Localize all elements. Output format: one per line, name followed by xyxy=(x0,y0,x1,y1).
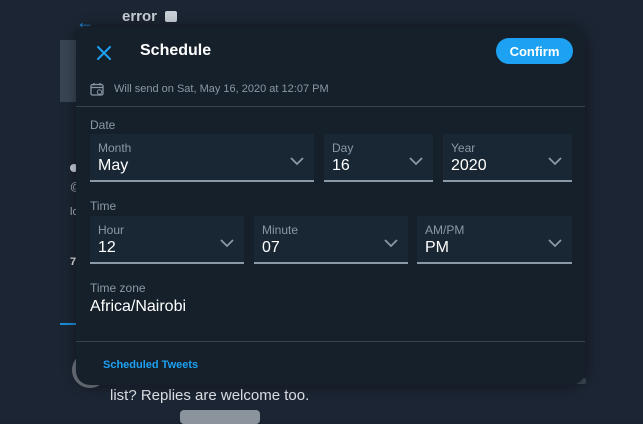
modal-title: Schedule xyxy=(140,42,212,59)
month-select[interactable]: Month May xyxy=(90,134,314,182)
header-divider xyxy=(76,106,585,107)
day-label: Day xyxy=(332,141,354,155)
year-label: Year xyxy=(451,141,476,155)
profile-title-text: error xyxy=(122,8,158,25)
profile-title: error xyxy=(122,8,178,25)
tweet-text: list? Replies are welcome too. xyxy=(110,387,310,404)
close-icon xyxy=(97,45,111,60)
month-value: May xyxy=(98,157,129,174)
hour-value: 12 xyxy=(98,239,116,256)
day-select[interactable]: Day 16 xyxy=(324,134,433,182)
footer-divider xyxy=(76,341,585,342)
hour-select[interactable]: Hour 12 xyxy=(90,216,244,264)
chevron-down-icon xyxy=(409,157,423,166)
minute-value: 07 xyxy=(262,239,280,256)
send-info: Will send on Sat, May 16, 2020 at 12:07 … xyxy=(90,82,329,96)
hour-label: Hour xyxy=(98,223,125,237)
year-select[interactable]: Year 2020 xyxy=(443,134,572,182)
ampm-label: AM/PM xyxy=(425,223,465,237)
chevron-down-icon xyxy=(290,157,304,166)
close-button[interactable] xyxy=(91,39,117,65)
timezone-value: Africa/Nairobi xyxy=(90,298,187,315)
ampm-select[interactable]: AM/PM PM xyxy=(417,216,572,264)
minute-label: Minute xyxy=(262,223,299,237)
ampm-value: PM xyxy=(425,239,449,256)
chevron-down-icon xyxy=(220,239,234,248)
tweet-card-fragment xyxy=(180,410,260,424)
minute-select[interactable]: Minute 07 xyxy=(254,216,408,264)
timezone-label: Time zone xyxy=(90,281,146,295)
time-section-label: Time xyxy=(90,199,117,213)
day-value: 16 xyxy=(332,157,350,174)
date-section-label: Date xyxy=(90,118,116,132)
send-info-text: Will send on Sat, May 16, 2020 at 12:07 … xyxy=(114,83,329,95)
calendar-icon xyxy=(90,83,104,96)
schedule-modal: Schedule Confirm Will send on Sat, May 1… xyxy=(76,27,585,385)
scheduled-tweets-link[interactable]: Scheduled Tweets xyxy=(103,359,198,371)
chevron-down-icon xyxy=(384,239,398,248)
chevron-down-icon xyxy=(548,157,562,166)
month-label: Month xyxy=(98,141,132,155)
year-value: 2020 xyxy=(451,157,487,174)
chevron-down-icon xyxy=(548,239,562,248)
lock-icon xyxy=(165,11,178,22)
confirm-button[interactable]: Confirm xyxy=(496,38,573,64)
